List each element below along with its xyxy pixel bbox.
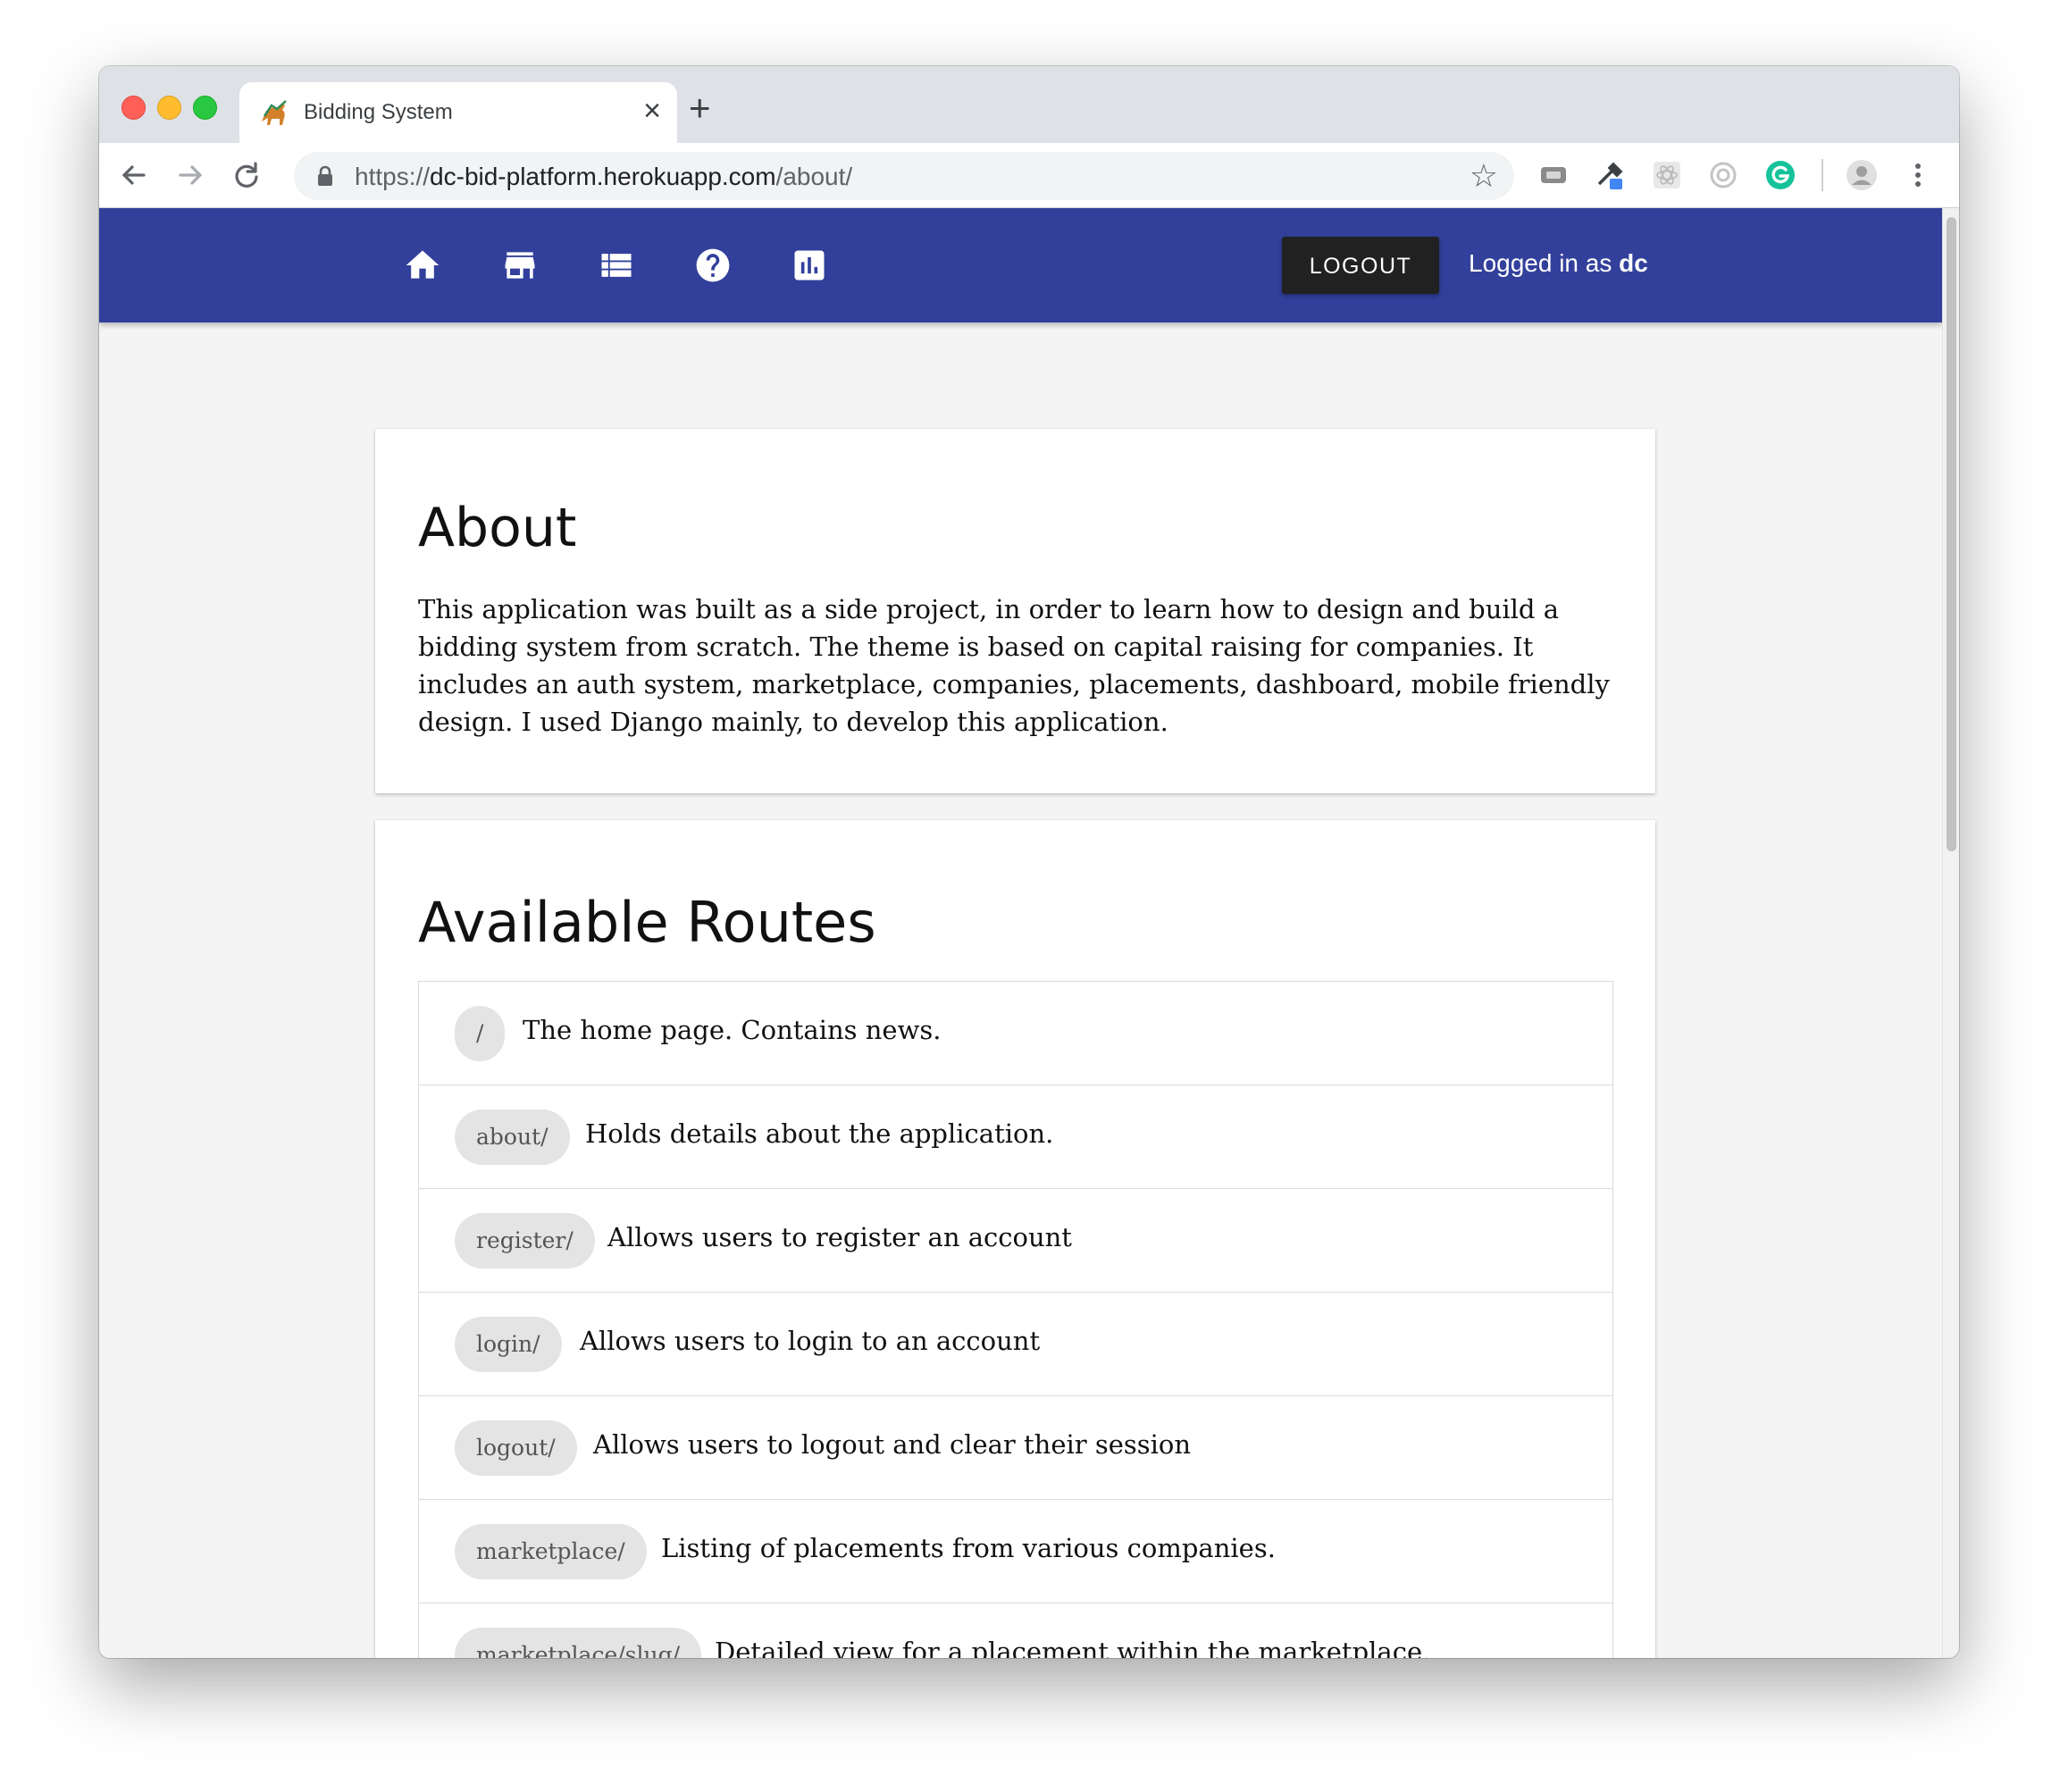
username: dc [1619, 249, 1648, 277]
scrollbar-thumb[interactable] [1947, 217, 1956, 851]
reload-icon[interactable] [227, 155, 266, 195]
route-chip: marketplace/ [455, 1524, 647, 1579]
route-chip: register/ [455, 1213, 595, 1269]
help-icon[interactable] [693, 246, 733, 285]
browser-window: Bidding System × + https://dc-bid-platfo… [99, 66, 1959, 1658]
tab-close-icon[interactable]: × [643, 93, 661, 129]
bull-favicon-icon [262, 100, 287, 125]
toolbar-divider [1821, 159, 1823, 191]
page-viewport: LOGOUT Logged in as dc About This applic… [99, 208, 1942, 1658]
logout-button[interactable]: LOGOUT [1282, 237, 1439, 294]
tab-bidding-system[interactable]: Bidding System × [239, 82, 677, 143]
home-icon[interactable] [403, 246, 442, 285]
list-item: login/ Allows users to login to an accou… [419, 1293, 1612, 1396]
lock-icon [318, 165, 332, 186]
list-item: register/ Allows users to register an ac… [419, 1189, 1612, 1293]
route-chip: marketplace/slug/ [455, 1628, 702, 1658]
window-close-button[interactable] [121, 96, 146, 120]
routes-title: Available Routes [418, 890, 876, 955]
route-description: Allows users to login to an account [580, 1326, 1041, 1356]
page-scrollbar[interactable] [1942, 208, 1959, 1658]
browser-toolbar: https://dc-bid-platform.herokuapp.com/ab… [99, 143, 1959, 208]
tab-strip: Bidding System × + [99, 66, 1959, 143]
route-chip: login/ [455, 1317, 562, 1372]
window-maximize-button[interactable] [193, 96, 217, 120]
url-text: https://dc-bid-platform.herokuapp.com/ab… [355, 163, 853, 190]
extension-react-icon[interactable] [1651, 159, 1683, 191]
logged-in-status: Logged in as dc [1469, 249, 1648, 277]
bookmark-star-icon[interactable]: ☆ [1470, 159, 1498, 193]
grammarly-icon[interactable] [1764, 159, 1796, 191]
routes-list: / The home page. Contains news. about/ H… [418, 981, 1613, 1658]
extension-keyboard-icon[interactable] [1537, 159, 1570, 191]
menu-kebab-icon[interactable] [1902, 159, 1934, 191]
about-title: About [418, 497, 577, 559]
window-minimize-button[interactable] [157, 96, 181, 120]
list-item: logout/ Allows users to logout and clear… [419, 1396, 1612, 1500]
extension-target-icon[interactable] [1707, 159, 1739, 191]
list-item: / The home page. Contains news. [419, 982, 1612, 1085]
new-tab-button[interactable]: + [689, 89, 711, 127]
routes-card: Available Routes / The home page. Contai… [375, 820, 1655, 1658]
back-arrow-icon[interactable] [114, 155, 154, 195]
profile-avatar-icon[interactable] [1846, 159, 1878, 191]
extension-eyedropper-icon[interactable] [1594, 159, 1626, 191]
list-icon[interactable] [597, 246, 636, 285]
list-item: marketplace/ Listing of placements from … [419, 1500, 1612, 1604]
list-item: marketplace/slug/ Detailed view for a pl… [419, 1604, 1612, 1658]
route-description: Allows users to logout and clear their s… [593, 1429, 1192, 1460]
route-description: Detailed view for a placement within the… [715, 1637, 1431, 1658]
tab-title: Bidding System [304, 100, 453, 124]
forward-arrow-icon[interactable] [171, 155, 210, 195]
about-description: This application was built as a side pro… [418, 594, 1610, 737]
route-chip: about/ [455, 1110, 570, 1165]
route-chip: logout/ [455, 1420, 577, 1476]
address-bar[interactable]: https://dc-bid-platform.herokuapp.com/ab… [294, 152, 1514, 200]
chart-icon[interactable] [790, 246, 829, 285]
route-description: Holds details about the application. [585, 1118, 1054, 1149]
route-description: The home page. Contains news. [523, 1015, 942, 1045]
route-description: Listing of placements from various compa… [661, 1533, 1276, 1563]
about-card: About This application was built as a si… [375, 429, 1655, 793]
app-navbar: LOGOUT Logged in as dc [99, 208, 1942, 322]
route-description: Allows users to register an account [607, 1222, 1072, 1252]
list-item: about/ Holds details about the applicati… [419, 1085, 1612, 1189]
store-icon[interactable] [500, 246, 540, 285]
route-chip: / [455, 1006, 506, 1061]
